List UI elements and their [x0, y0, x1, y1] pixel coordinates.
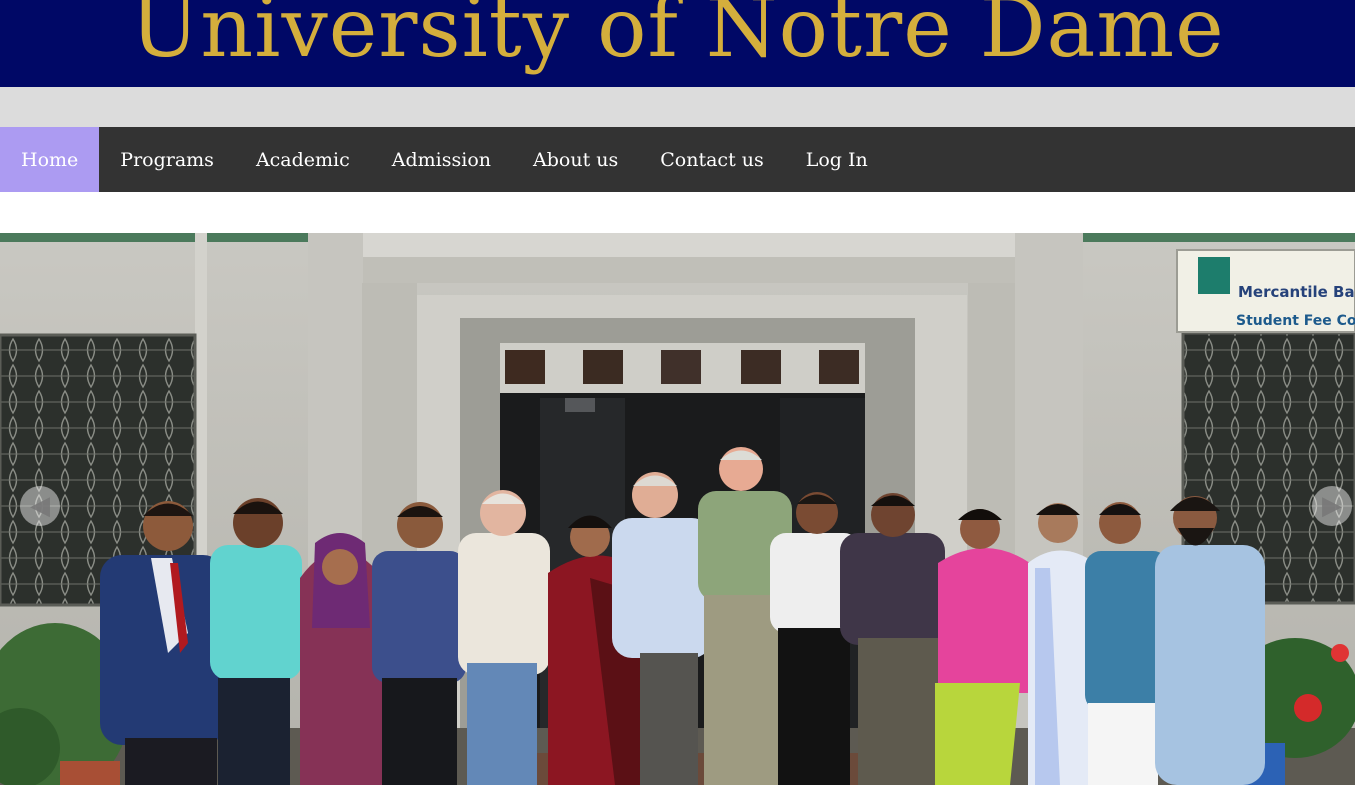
main-nav: Home Programs Academic Admission About u… [0, 127, 1355, 192]
nav-item-home[interactable]: Home [0, 127, 100, 192]
nav-item-academic[interactable]: Academic [235, 127, 371, 192]
nav-item-admission[interactable]: Admission [371, 127, 512, 192]
slider-next-button[interactable]: ▶ [1312, 486, 1352, 526]
nav-item-contact-us[interactable]: Contact us [639, 127, 784, 192]
site-title[interactable]: University of Notre Dame [0, 0, 1355, 81]
slider-prev-button[interactable]: ◀ [20, 486, 60, 526]
nav-item-programs[interactable]: Programs [99, 127, 235, 192]
sign-line-2: Student Fee Co [1236, 313, 1355, 329]
arrow-right-icon: ▶ [1322, 491, 1342, 521]
top-divider-strip [0, 87, 1355, 127]
nav-item-log-in[interactable]: Log In [785, 127, 889, 192]
sign-line-1: Mercantile Ba [1238, 283, 1355, 301]
hero-slider: Mercantile Ba Student Fee Co ◀ ▶ [0, 233, 1355, 785]
nav-item-about-us[interactable]: About us [512, 127, 639, 192]
site-banner: University of Notre Dame [0, 0, 1355, 87]
group-photo: Mercantile Ba Student Fee Co [0, 233, 1355, 785]
arrow-left-icon: ◀ [30, 491, 50, 521]
